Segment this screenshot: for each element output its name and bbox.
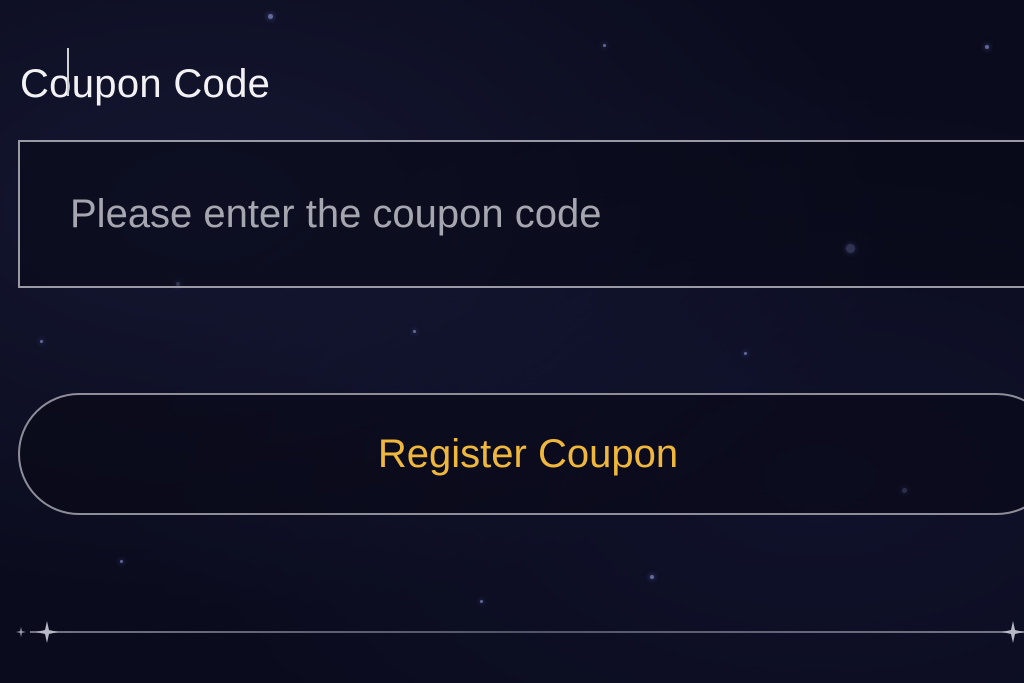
star-decoration xyxy=(985,45,989,49)
divider xyxy=(30,631,1024,633)
sparkle-icon xyxy=(1002,621,1024,643)
star-decoration xyxy=(268,14,273,19)
register-coupon-label: Register Coupon xyxy=(377,431,679,476)
star-decoration xyxy=(120,560,123,563)
coupon-panel: Coupon Code Register Coupon xyxy=(0,0,1024,683)
sparkle-icon xyxy=(16,627,26,637)
register-coupon-button[interactable]: Register Coupon xyxy=(18,393,1024,515)
coupon-code-field[interactable] xyxy=(18,140,1024,288)
star-decoration xyxy=(603,44,606,47)
star-decoration xyxy=(40,340,43,343)
star-decoration xyxy=(744,352,747,355)
coupon-code-input[interactable] xyxy=(70,142,970,286)
sparkle-icon xyxy=(36,621,58,643)
coupon-code-label: Coupon Code xyxy=(20,62,271,106)
star-decoration xyxy=(650,575,654,579)
text-caret xyxy=(67,48,69,96)
star-decoration xyxy=(413,330,416,333)
star-decoration xyxy=(480,600,483,603)
